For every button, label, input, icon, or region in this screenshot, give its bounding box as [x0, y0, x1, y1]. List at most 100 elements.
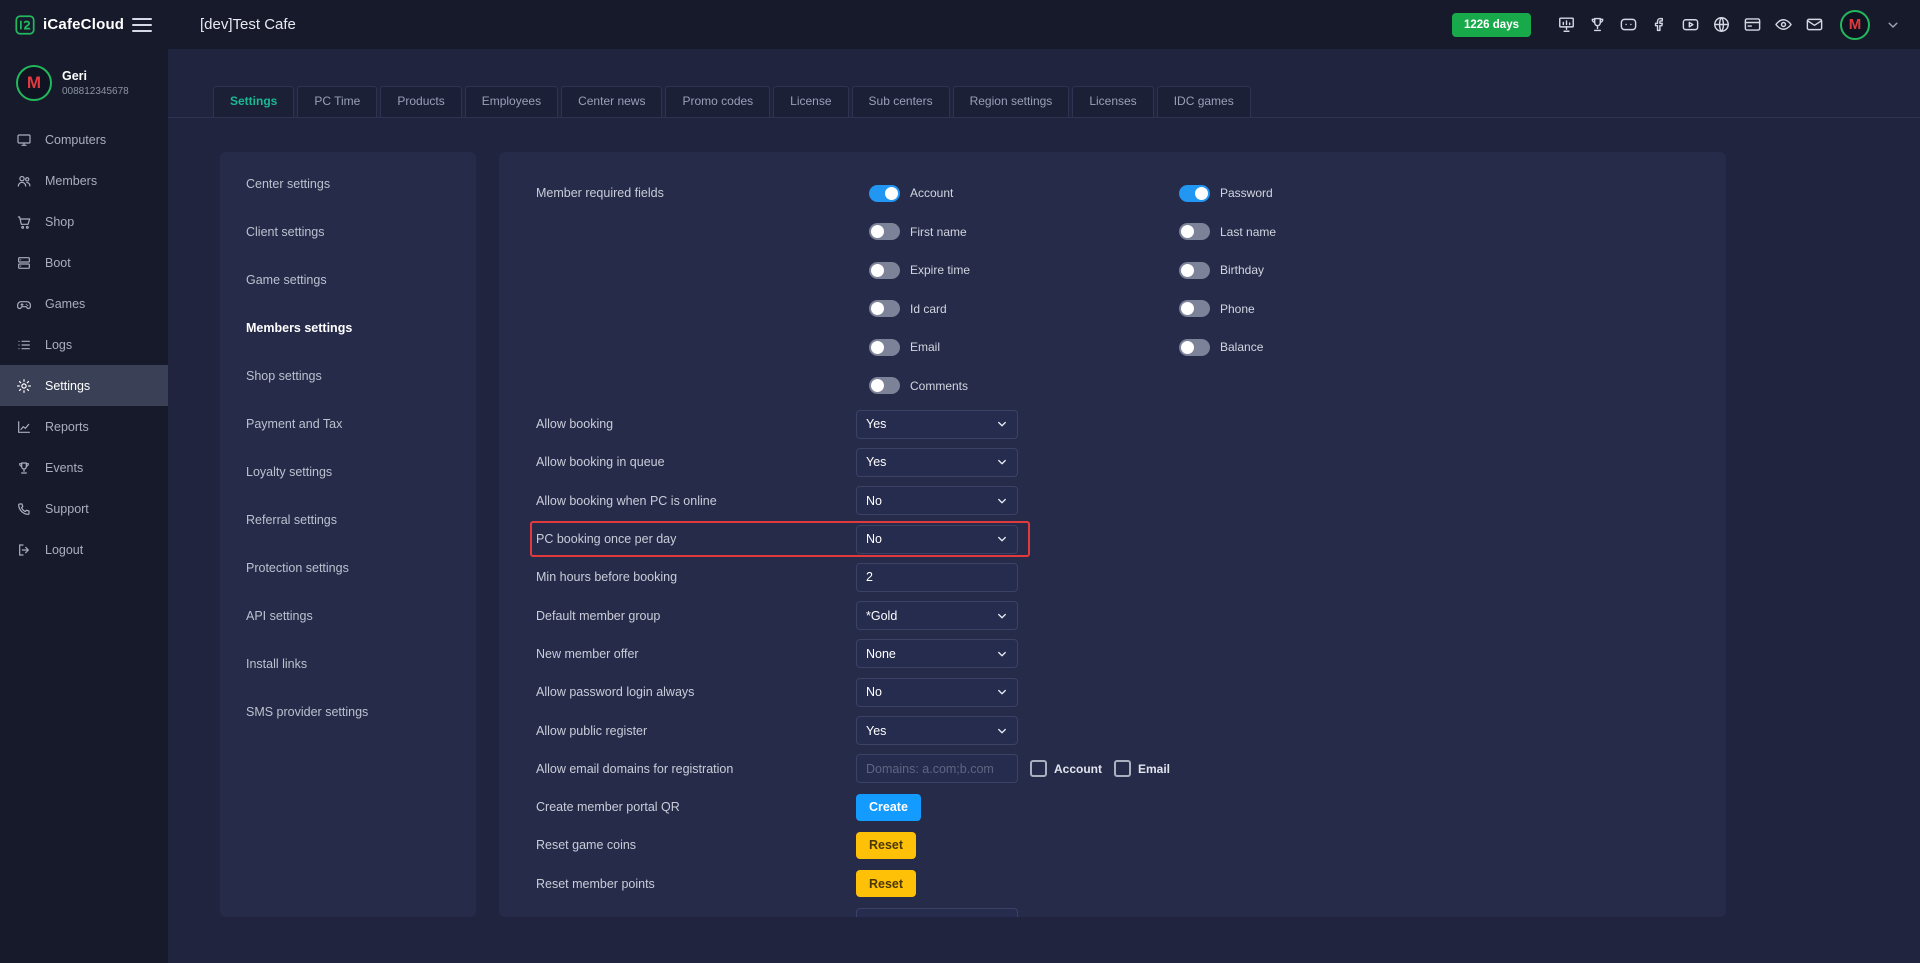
card-icon[interactable]: [1743, 15, 1762, 34]
input-min-hours-before-booking[interactable]: [856, 563, 1018, 592]
select-value: No: [866, 685, 882, 699]
toggle-email[interactable]: [869, 339, 900, 356]
toggle-label: Comments: [910, 379, 968, 393]
toggle-last-name[interactable]: [1179, 223, 1210, 240]
license-days-badge[interactable]: 1226 days: [1452, 13, 1531, 37]
tab-sub-centers[interactable]: Sub centers: [852, 86, 950, 117]
sidebar-item-boot[interactable]: Boot: [0, 242, 168, 283]
tab-region-settings[interactable]: Region settings: [953, 86, 1070, 117]
select-allow-booking-in-queue[interactable]: Yes: [856, 448, 1018, 477]
reset-button[interactable]: Reset: [856, 832, 916, 859]
settings-nav-item-client-settings[interactable]: Client settings: [220, 208, 476, 256]
toggle-expire-time[interactable]: [869, 262, 900, 279]
form-row-label: New member offer: [536, 647, 856, 661]
toggle-account[interactable]: [869, 185, 900, 202]
youtube-icon[interactable]: [1681, 15, 1700, 34]
sidebar-item-logout[interactable]: Logout: [0, 529, 168, 570]
chevron-down-icon: [996, 916, 1008, 917]
checkbox-email[interactable]: [1114, 760, 1131, 777]
toggle-label: Account: [910, 186, 953, 200]
reset-button[interactable]: Reset: [856, 870, 916, 897]
chevron-down-icon: [996, 610, 1008, 622]
sidebar-item-games[interactable]: Games: [0, 283, 168, 324]
toggle-knob: [871, 302, 884, 315]
toggle-birthday[interactable]: [1179, 262, 1210, 279]
chart-icon: [16, 419, 32, 435]
sidebar-item-events[interactable]: Events: [0, 447, 168, 488]
settings-nav-item-loyalty-settings[interactable]: Loyalty settings: [220, 448, 476, 496]
hamburger-menu-icon[interactable]: [132, 18, 152, 32]
tab-products[interactable]: Products: [380, 86, 461, 117]
settings-nav-item-referral-settings[interactable]: Referral settings: [220, 496, 476, 544]
phone-icon: [16, 501, 32, 517]
form-row-create-member-portal-qr: Create member portal QRCreate: [536, 788, 1726, 826]
eye-icon[interactable]: [1774, 15, 1793, 34]
toggle-label: Expire time: [910, 263, 970, 277]
toggle-comments[interactable]: [869, 377, 900, 394]
form-row-allow-booking: Allow bookingYes: [536, 405, 1726, 443]
tab-settings[interactable]: Settings: [213, 86, 294, 117]
sidebar-item-members[interactable]: Members: [0, 160, 168, 201]
form-row-pc-booking-once-per-day: PC booking once per dayNo: [536, 520, 1726, 558]
sidebar-item-logs[interactable]: Logs: [0, 324, 168, 365]
settings-nav-item-game-settings[interactable]: Game settings: [220, 256, 476, 304]
input-allow-email-domains-for-registration[interactable]: [856, 754, 1018, 783]
select-allow-public-register[interactable]: Yes: [856, 716, 1018, 745]
create-button[interactable]: Create: [856, 794, 921, 821]
select-allow-password-login-always[interactable]: No: [856, 678, 1018, 707]
toggle-balance[interactable]: [1179, 339, 1210, 356]
tab-center-news[interactable]: Center news: [561, 86, 662, 117]
select-allow-booking[interactable]: Yes: [856, 410, 1018, 439]
select-allow-booking-when-pc-is-online[interactable]: No: [856, 486, 1018, 515]
form-row-label: Reset member points: [536, 877, 856, 891]
checkbox-account[interactable]: [1030, 760, 1047, 777]
tab-license[interactable]: License: [773, 86, 848, 117]
form-row-reset-member-points: Reset member pointsReset: [536, 865, 1726, 903]
toggle-row: Expire timeBirthday: [869, 251, 1489, 290]
facebook-icon[interactable]: [1650, 15, 1669, 34]
settings-nav-item-sms-provider-settings[interactable]: SMS provider settings: [220, 688, 476, 736]
settings-nav-item-shop-settings[interactable]: Shop settings: [220, 352, 476, 400]
mail-icon[interactable]: [1805, 15, 1824, 34]
settings-nav-item-install-links[interactable]: Install links: [220, 640, 476, 688]
toggle-phone[interactable]: [1179, 300, 1210, 317]
sidebar-item-shop[interactable]: Shop: [0, 201, 168, 242]
select-new-member-offer[interactable]: None: [856, 639, 1018, 668]
app-logo[interactable]: iCafeCloud: [14, 14, 124, 36]
toggle-cell-first-name: First name: [869, 223, 1179, 240]
settings-nav-item-payment-and-tax[interactable]: Payment and Tax: [220, 400, 476, 448]
toggle-password[interactable]: [1179, 185, 1210, 202]
discord-icon[interactable]: [1619, 15, 1638, 34]
toggle-label: Id card: [910, 302, 947, 316]
cafe-title: [dev]Test Cafe: [200, 16, 296, 33]
toggle-row: Id cardPhone: [869, 290, 1489, 329]
settings-nav-item-center-settings[interactable]: Center settings: [220, 160, 476, 208]
globe-icon[interactable]: [1712, 15, 1731, 34]
checkbox-label: Email: [1138, 762, 1170, 776]
tab-employees[interactable]: Employees: [465, 86, 558, 117]
sidebar-item-support[interactable]: Support: [0, 488, 168, 529]
tab-pc-time[interactable]: PC Time: [297, 86, 377, 117]
settings-nav-item-protection-settings[interactable]: Protection settings: [220, 544, 476, 592]
toggle-first-name[interactable]: [869, 223, 900, 240]
toggle-knob: [871, 264, 884, 277]
stats-icon[interactable]: [1557, 15, 1576, 34]
sidebar-item-settings[interactable]: Settings: [0, 365, 168, 406]
sidebar-item-computers[interactable]: Computers: [0, 119, 168, 160]
toggle-row: AccountPassword: [869, 174, 1489, 213]
toggle-knob: [871, 225, 884, 238]
trophy-icon[interactable]: [1588, 15, 1607, 34]
user-avatar[interactable]: M: [1840, 10, 1870, 40]
toggle-id-card[interactable]: [869, 300, 900, 317]
chevron-down-icon[interactable]: [1886, 18, 1900, 32]
settings-nav-item-members-settings[interactable]: Members settings: [220, 304, 476, 352]
select-partial[interactable]: Yes: [856, 908, 1018, 918]
select-pc-booking-once-per-day[interactable]: No: [856, 525, 1018, 554]
sidebar-item-label: Shop: [45, 215, 74, 229]
select-default-member-group[interactable]: *Gold: [856, 601, 1018, 630]
tab-idc-games[interactable]: IDC games: [1157, 86, 1251, 117]
tab-promo-codes[interactable]: Promo codes: [665, 86, 770, 117]
tab-licenses[interactable]: Licenses: [1072, 86, 1153, 117]
settings-nav-item-api-settings[interactable]: API settings: [220, 592, 476, 640]
sidebar-item-reports[interactable]: Reports: [0, 406, 168, 447]
